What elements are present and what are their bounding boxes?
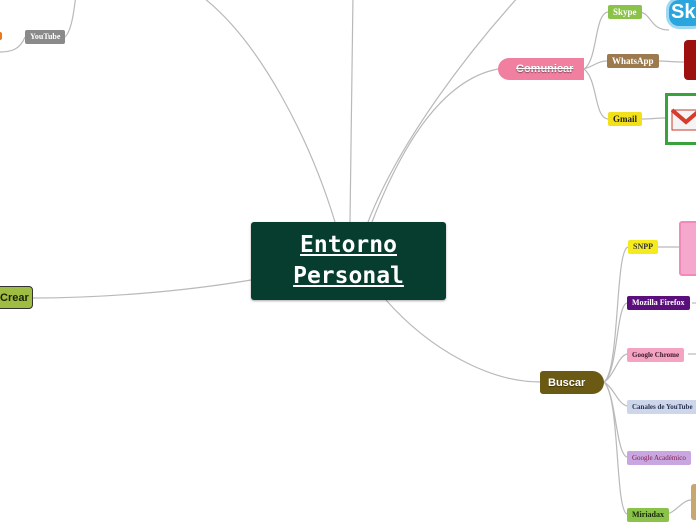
topic-google-chrome[interactable]: Google Chrome bbox=[627, 348, 685, 362]
topic-canales-youtube[interactable]: Canales de YouTube bbox=[627, 400, 696, 414]
central-topic-line1: Entorno bbox=[300, 232, 397, 258]
whatsapp-logo-icon[interactable] bbox=[684, 40, 696, 80]
topic-google-academico[interactable]: Google Académico bbox=[627, 451, 691, 465]
topic-gmail[interactable]: Gmail bbox=[608, 112, 642, 126]
skype-logo-text: Sk bbox=[671, 1, 696, 23]
topic-skype[interactable]: Skype bbox=[608, 5, 642, 19]
snpp-image-icon[interactable] bbox=[679, 221, 696, 276]
topic-mozilla-firefox[interactable]: Mozilla Firefox bbox=[627, 296, 690, 310]
skype-logo-icon[interactable]: Sk bbox=[669, 0, 696, 26]
branch-comunicar[interactable]: Comunicar bbox=[498, 58, 584, 80]
miriadax-image-icon[interactable] bbox=[691, 484, 696, 520]
gmail-logo-icon[interactable] bbox=[665, 93, 696, 145]
topic-whatsapp[interactable]: WhatsApp bbox=[607, 54, 659, 68]
offscreen-node-tab bbox=[0, 32, 2, 40]
central-topic-line2: Personal bbox=[293, 263, 404, 289]
topic-snpp[interactable]: SNPP bbox=[628, 240, 658, 254]
central-topic[interactable]: Entorno Personal bbox=[251, 222, 446, 300]
branch-crear[interactable]: Crear bbox=[0, 286, 33, 309]
gmail-envelope-icon bbox=[671, 108, 696, 131]
topic-youtube[interactable]: YouTube bbox=[25, 30, 66, 44]
branch-buscar[interactable]: Buscar bbox=[540, 371, 604, 394]
